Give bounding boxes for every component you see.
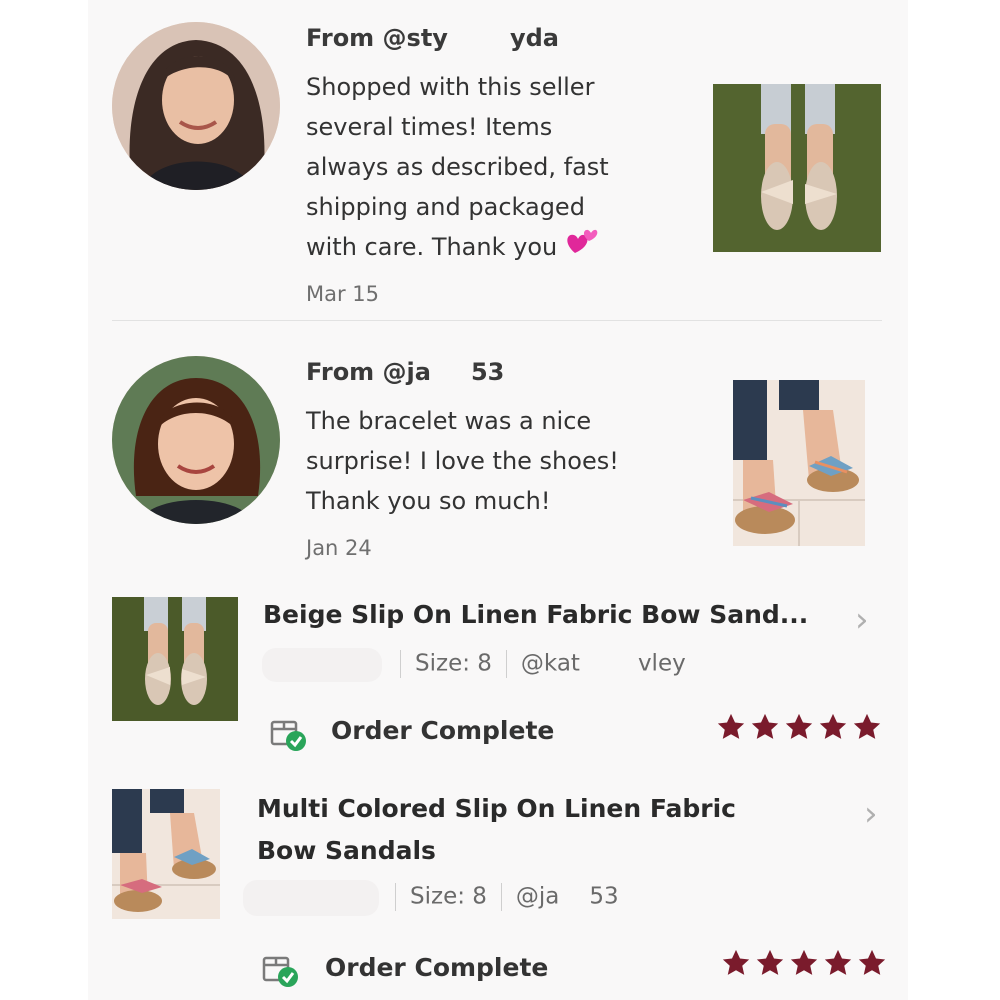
order-size: Size: 8	[415, 650, 492, 677]
order-thumbnail[interactable]	[112, 789, 220, 919]
review-author[interactable]: From @ja 53	[306, 358, 504, 386]
rating-stars	[721, 948, 891, 982]
meta-separator	[395, 883, 396, 911]
order-seller-suffix: vley	[637, 650, 686, 677]
review-text-line: Shopped with this seller	[306, 73, 595, 101]
order-status: Order Complete	[325, 953, 549, 982]
redacted-mask	[262, 648, 382, 682]
review-text: The bracelet was a nice surprise! I love…	[306, 401, 686, 521]
review-text-line: surprise! I love the shoes!	[306, 447, 619, 475]
order-seller[interactable]: @ja	[516, 884, 559, 910]
order-meta: Size: 8 @kat vley	[386, 650, 686, 678]
review-text-line: always as described, fast	[306, 153, 609, 181]
review-author-prefix: From @ja	[306, 358, 431, 386]
redacted-mask	[579, 652, 638, 676]
review-text-line: Thank you so much!	[306, 487, 551, 515]
order-meta: Size: 8 @ja 53	[381, 883, 619, 911]
reviewer-avatar[interactable]	[112, 356, 280, 524]
redacted-mask	[447, 27, 510, 51]
order-title[interactable]: Beige Slip On Linen Fabric Bow Sand...	[263, 594, 843, 636]
review-date: Mar 15	[306, 282, 380, 306]
order-seller[interactable]: @kat	[521, 651, 580, 677]
rating-stars	[716, 712, 886, 746]
star-icon	[858, 949, 886, 975]
order-title-line: Multi Colored Slip On Linen Fabric	[257, 794, 736, 823]
meta-separator	[505, 650, 507, 678]
chevron-right-icon[interactable]: ›	[855, 600, 869, 640]
reviewer-avatar[interactable]	[112, 22, 280, 190]
order-seller-suffix: 53	[589, 883, 619, 910]
order-title-line: Bow Sandals	[257, 836, 436, 865]
review-date: Jan 24	[306, 536, 372, 560]
star-icon	[717, 713, 745, 739]
star-icon	[819, 713, 847, 739]
order-status: Order Complete	[331, 716, 555, 745]
divider	[112, 320, 882, 321]
review-author-prefix: From @sty	[306, 24, 448, 52]
order-size: Size: 8	[410, 883, 487, 910]
review-text-line: shipping and packaged	[306, 193, 585, 221]
star-icon	[853, 713, 881, 739]
review-author[interactable]: From @sty yda	[306, 24, 559, 52]
star-icon	[722, 949, 750, 975]
review-text-line: with care. Thank you	[306, 233, 558, 261]
redacted-mask	[559, 885, 590, 909]
order-title-line: Beige Slip On Linen Fabric Bow Sand...	[263, 600, 809, 629]
two-hearts-icon	[565, 227, 599, 269]
review-author-suffix: yda	[509, 24, 559, 52]
redacted-mask	[430, 361, 471, 385]
review-photo[interactable]	[713, 84, 881, 252]
star-icon	[756, 949, 784, 975]
star-icon	[751, 713, 779, 739]
star-icon	[824, 949, 852, 975]
meta-separator	[500, 883, 502, 911]
order-title[interactable]: Multi Colored Slip On Linen Fabric Bow S…	[257, 788, 837, 872]
package-check-icon	[262, 954, 300, 992]
chevron-right-icon[interactable]: ›	[864, 794, 878, 834]
redacted-mask	[243, 880, 379, 916]
package-check-icon	[270, 718, 308, 756]
review-text-line: several times! Items	[306, 113, 553, 141]
review-text-line: The bracelet was a nice	[306, 407, 592, 435]
review-text: Shopped with this seller several times! …	[306, 67, 686, 269]
star-icon	[785, 713, 813, 739]
review-author-suffix: 53	[470, 358, 505, 386]
star-icon	[790, 949, 818, 975]
review-photo[interactable]	[733, 380, 865, 546]
meta-separator	[400, 650, 401, 678]
order-thumbnail[interactable]	[112, 597, 238, 721]
